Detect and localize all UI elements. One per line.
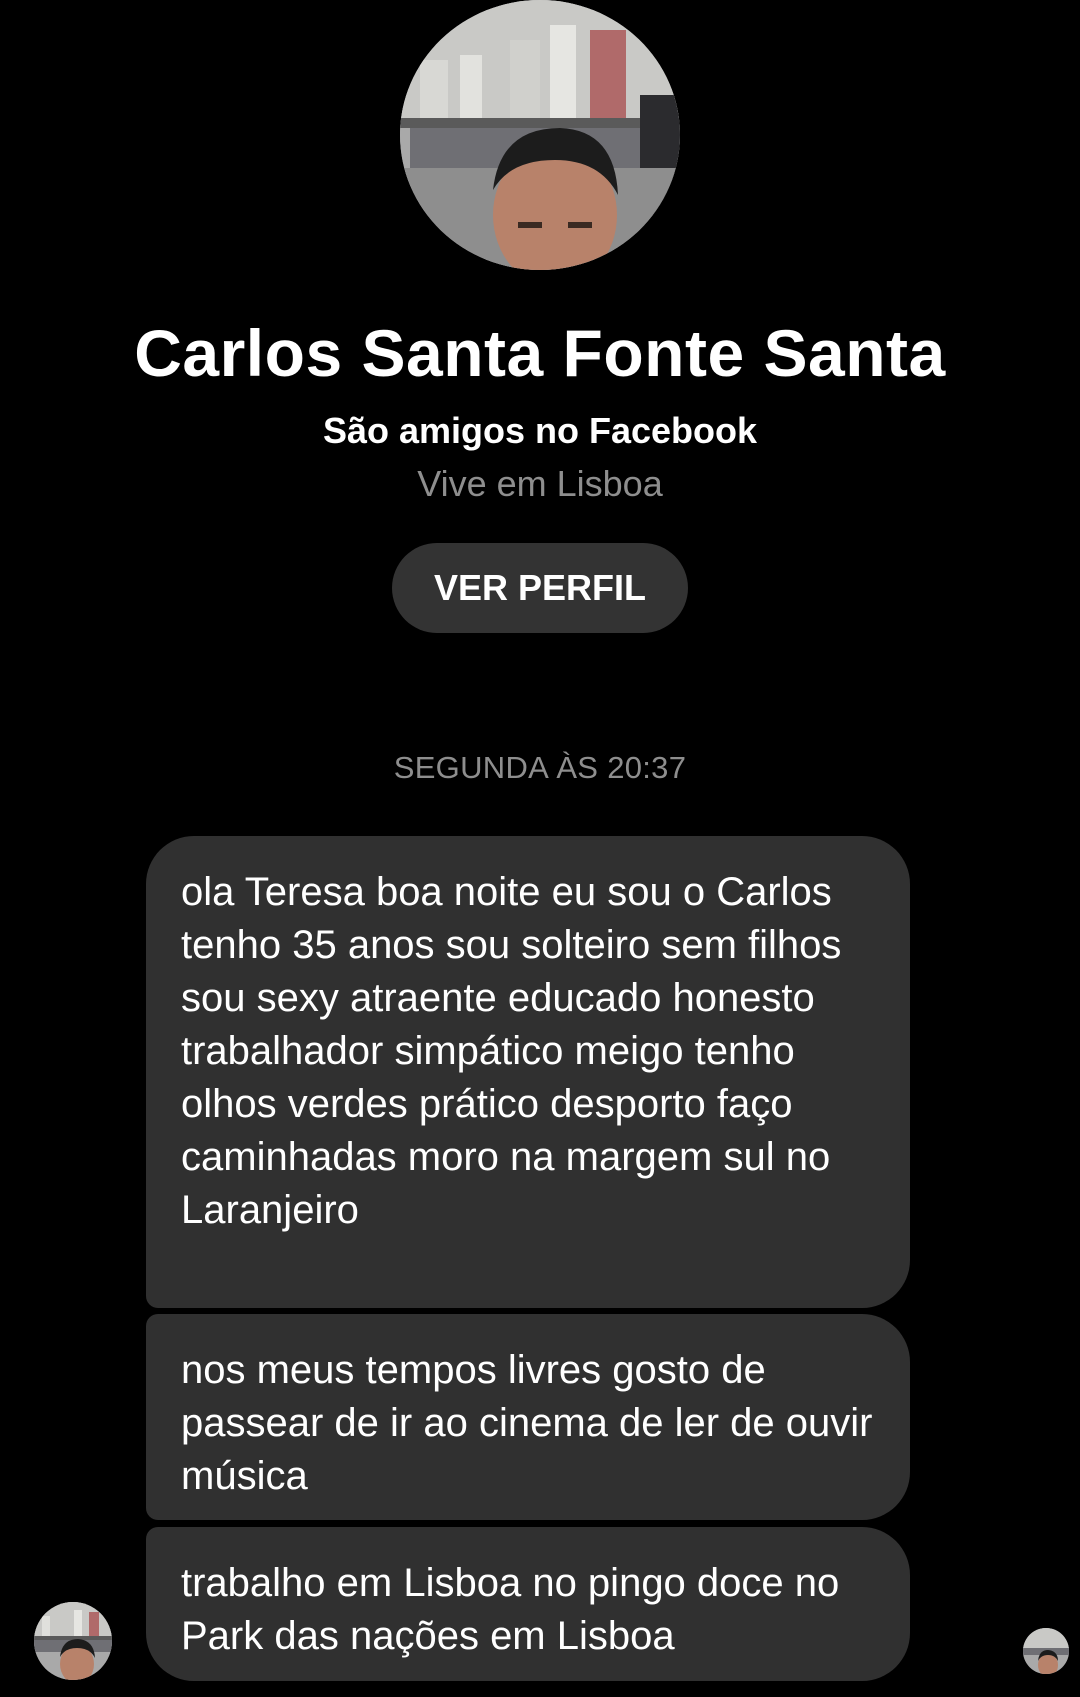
seen-avatar-icon bbox=[1023, 1628, 1069, 1674]
message-bubble[interactable]: nos meus tempos livres gosto de passear … bbox=[146, 1314, 910, 1520]
read-receipt-avatar bbox=[1023, 1628, 1069, 1674]
friendship-status: São amigos no Facebook bbox=[322, 410, 758, 451]
profile-photo-icon bbox=[400, 0, 680, 270]
sender-photo-icon bbox=[34, 1602, 112, 1680]
message-bubble[interactable]: ola Teresa boa noite eu sou o Carlos ten… bbox=[146, 836, 910, 1308]
profile-avatar[interactable] bbox=[400, 0, 680, 270]
sender-avatar[interactable] bbox=[34, 1602, 112, 1680]
message-timestamp: SEGUNDA ÀS 20:37 bbox=[393, 750, 687, 785]
profile-location: Vive em Lisboa bbox=[417, 463, 663, 504]
profile-name: Carlos Santa Fonte Santa bbox=[134, 316, 946, 390]
view-profile-button[interactable]: VER PERFIL bbox=[392, 543, 688, 633]
message-bubble[interactable]: trabalho em Lisboa no pingo doce no Park… bbox=[146, 1527, 910, 1681]
